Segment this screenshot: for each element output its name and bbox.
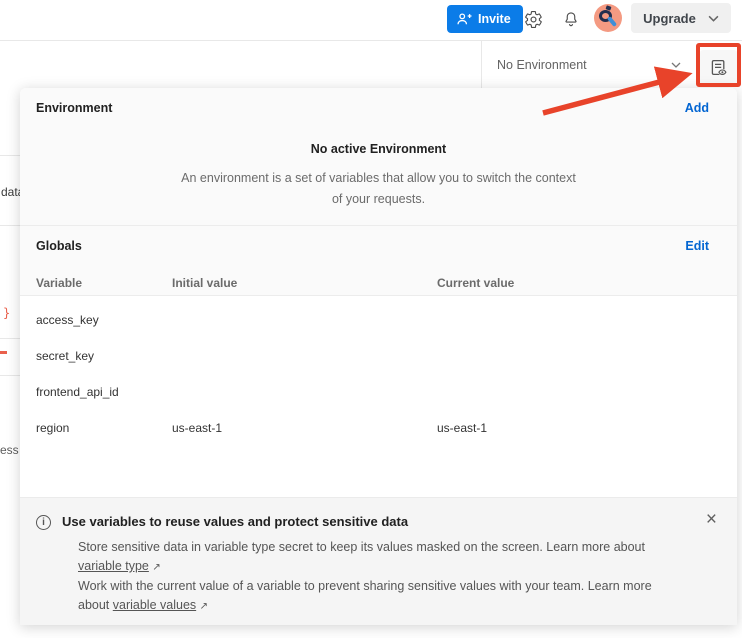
environment-section: Environment Add No active Environment An… <box>20 88 737 296</box>
invite-button-label: Invite <box>478 12 511 26</box>
column-header-variable: Variable <box>36 276 172 290</box>
environment-selector-value: No Environment <box>497 58 587 72</box>
user-avatar[interactable] <box>594 4 622 32</box>
empty-state-description: An environment is a set of variables tha… <box>179 168 579 210</box>
chevron-down-icon <box>708 15 719 22</box>
external-link-icon: ↗ <box>200 601 208 612</box>
variable-initial-value: us-east-1 <box>172 421 437 435</box>
avatar-pencil <box>607 16 617 27</box>
background-text-fragment: ess <box>0 443 19 457</box>
banner-text: Work with the current value of a variabl… <box>78 579 652 593</box>
settings-button[interactable] <box>520 6 546 32</box>
upgrade-button-label: Upgrade <box>643 11 696 26</box>
table-row[interactable]: region us-east-1 us-east-1 <box>20 410 737 446</box>
variable-name: region <box>36 421 172 435</box>
environment-selector[interactable]: No Environment <box>489 49 689 80</box>
empty-state-title: No active Environment <box>20 142 737 156</box>
vertical-divider <box>481 41 482 88</box>
divider <box>0 155 20 156</box>
background-red-fragment <box>0 351 7 354</box>
environment-section-title: Environment <box>36 101 112 115</box>
chevron-down-icon <box>671 62 681 68</box>
notifications-button[interactable] <box>558 6 584 32</box>
globals-section-title: Globals <box>36 239 82 253</box>
close-icon[interactable]: × <box>706 512 717 528</box>
environment-section-header: Environment Add <box>20 88 737 128</box>
bell-icon <box>562 10 580 29</box>
banner-header: i Use variables to reuse values and prot… <box>36 514 717 530</box>
external-link-icon: ↗ <box>152 562 160 573</box>
banner-body: Store sensitive data in variable type se… <box>78 538 717 616</box>
gear-icon <box>524 10 543 29</box>
background-code-fragment: } <box>3 306 10 320</box>
variables-info-banner: i Use variables to reuse values and prot… <box>20 497 737 625</box>
banner-title: Use variables to reuse values and protec… <box>62 514 706 529</box>
background-content-sliver: data } ess <box>0 88 20 638</box>
variable-type-link[interactable]: variable type <box>78 559 149 573</box>
banner-text: Store sensitive data in variable type se… <box>78 540 645 554</box>
edit-globals-link[interactable]: Edit <box>685 239 709 253</box>
environment-quick-look-icon <box>709 58 729 78</box>
globals-table-header: Variable Initial value Current value <box>20 268 737 298</box>
variable-values-link[interactable]: variable values <box>113 598 196 612</box>
top-bar: Invite Upgrade <box>0 0 742 41</box>
divider <box>0 375 20 376</box>
environment-bar: No Environment <box>0 41 742 88</box>
globals-table-rows: access_key secret_key frontend_api_id re… <box>20 296 737 446</box>
environment-quick-look-panel: Environment Add No active Environment An… <box>20 88 737 625</box>
no-environment-empty-state: No active Environment An environment is … <box>20 142 737 210</box>
column-header-current-value: Current value <box>437 276 721 290</box>
table-row[interactable]: frontend_api_id <box>20 374 737 410</box>
invite-user-icon <box>456 12 472 26</box>
column-header-initial-value: Initial value <box>172 276 437 290</box>
variable-name: secret_key <box>36 349 172 363</box>
banner-paragraph: Store sensitive data in variable type se… <box>78 538 717 577</box>
table-row[interactable]: secret_key <box>20 338 737 374</box>
variable-name: access_key <box>36 313 172 327</box>
variable-current-value: us-east-1 <box>437 421 721 435</box>
globals-section-header: Globals Edit <box>20 226 737 266</box>
info-icon: i <box>36 515 51 530</box>
environment-quick-look-button[interactable] <box>700 50 737 86</box>
variable-name: frontend_api_id <box>36 385 172 399</box>
divider <box>0 338 20 339</box>
globals-section: Globals Edit Variable Initial value Curr… <box>20 225 737 298</box>
invite-button[interactable]: Invite <box>447 5 523 33</box>
divider <box>0 225 20 226</box>
add-environment-link[interactable]: Add <box>685 101 709 115</box>
banner-paragraph: Work with the current value of a variabl… <box>78 577 717 616</box>
table-row[interactable]: access_key <box>20 302 737 338</box>
banner-text: about <box>78 598 113 612</box>
upgrade-button[interactable]: Upgrade <box>631 3 731 33</box>
